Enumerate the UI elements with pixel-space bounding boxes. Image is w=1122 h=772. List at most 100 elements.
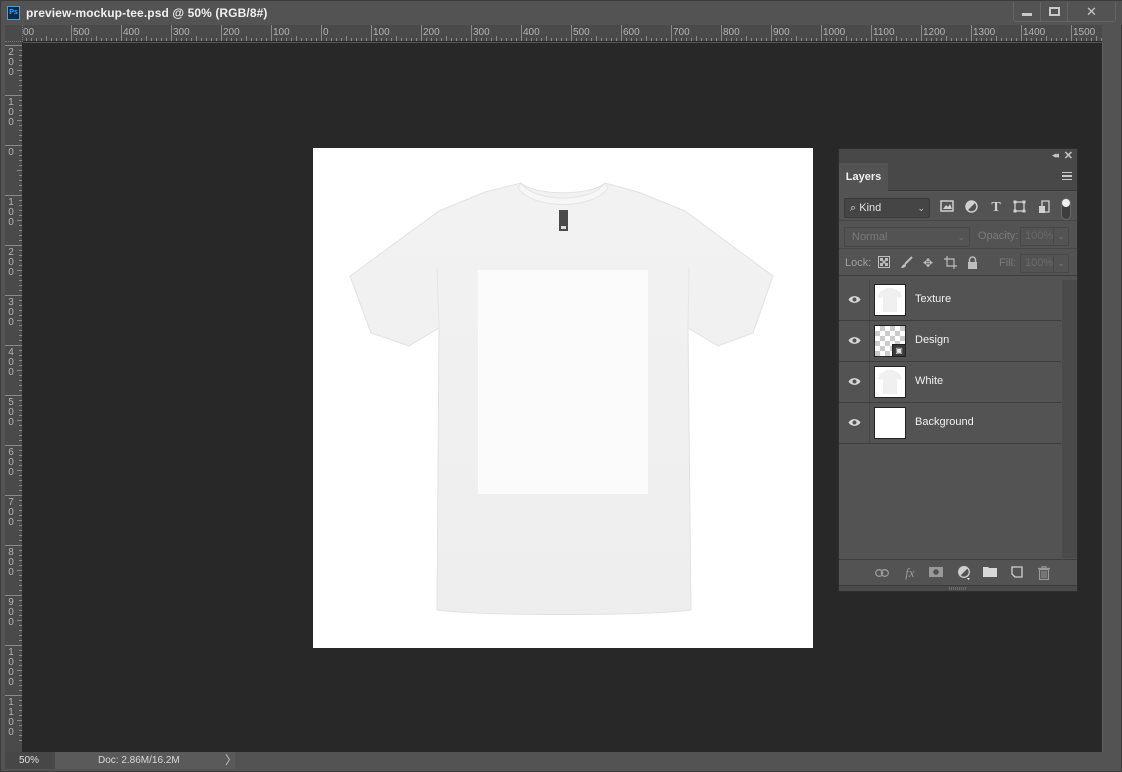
ruler-minor-tick [19,260,22,261]
ruler-origin[interactable] [5,25,23,42]
zoom-level-field[interactable]: 50% [5,752,55,769]
ruler-minor-tick [786,38,787,41]
new-group-icon[interactable] [982,566,998,580]
filter-kind-select[interactable]: ⌕ Kind ⌄ [844,198,930,218]
chevron-down-icon[interactable]: ⌄ [1053,255,1068,272]
filter-toggle-switch[interactable] [1061,198,1071,220]
layers-scrollbar[interactable] [1062,280,1077,558]
ruler-label: 200 [8,247,14,278]
ruler-minor-tick [366,38,367,41]
ruler-minor-tick [766,38,767,41]
ruler-minor-tick [1096,36,1097,41]
layer-name[interactable]: Background [915,416,974,428]
layer-name[interactable]: White [915,375,943,387]
shape-filter-icon[interactable] [1011,200,1027,216]
fx-icon[interactable]: fx [902,566,918,580]
adjustment-filter-icon[interactable] [963,200,979,216]
ruler-label: 800 [723,27,740,38]
vertical-ruler[interactable]: 200 100 0 100 200 300 400 500 600 700 800 900 1000 11… [5,42,23,752]
delete-layer-icon[interactable] [1036,566,1052,581]
ruler-label: 900 [8,597,14,628]
ruler-minor-tick [181,38,182,41]
smart-object-filter-icon[interactable] [1036,200,1052,216]
ruler-minor-tick [801,38,802,41]
ruler-minor-tick [19,340,22,341]
layer-name[interactable]: Texture [915,293,951,305]
ruler-minor-tick [19,410,22,411]
maximize-button[interactable] [1041,2,1068,21]
ruler-label: 1100 [8,697,14,738]
ruler-minor-tick [356,38,357,41]
layer-row-white[interactable]: White [839,362,1061,403]
document-canvas[interactable] [313,148,813,648]
image-filter-icon[interactable] [939,200,955,216]
visibility-toggle[interactable] [839,280,870,320]
ruler-minor-tick [581,38,582,41]
ruler-minor-tick [446,36,447,41]
ruler-minor-tick [951,38,952,41]
lock-artboard-icon[interactable] [943,256,957,270]
ruler-minor-tick [31,38,32,41]
visibility-toggle[interactable] [839,321,870,361]
new-adjustment-icon[interactable] [956,566,972,580]
lock-transparent-pixels-icon[interactable] [877,256,891,270]
ruler-minor-tick [116,38,117,41]
visibility-toggle[interactable] [839,362,870,402]
opacity-field[interactable]: 100% ⌄ [1020,227,1069,246]
layer-thumbnail[interactable]: ▣ [874,325,906,357]
ruler-minor-tick [19,415,22,416]
horizontal-ruler[interactable]: 00 500 400 300 200 100 0 100 200 300 400 500 600 700 8… [23,25,1102,42]
ruler-minor-tick [19,465,22,466]
link-layers-icon[interactable] [874,566,890,580]
layer-thumbnail[interactable] [874,366,906,398]
ruler-minor-tick [17,420,22,421]
chevron-down-icon[interactable]: ⌄ [1053,228,1068,245]
lock-position-move-icon[interactable]: ✥ [921,256,935,270]
ruler-minor-tick [331,38,332,41]
ruler-major-tick [971,25,972,41]
ruler-minor-tick [19,730,22,731]
ruler-minor-tick [19,510,22,511]
ruler-minor-tick [591,38,592,41]
ruler-minor-tick [1091,38,1092,41]
ruler-minor-tick [981,38,982,41]
ruler-minor-tick [836,38,837,41]
layer-name[interactable]: Design [915,334,949,346]
close-panel-icon[interactable]: ✕ [1064,149,1073,162]
layer-row-design[interactable]: ▣ Design [839,321,1061,362]
vertical-scrollbar[interactable] [1102,43,1118,752]
fill-field[interactable]: 100% ⌄ [1020,254,1069,273]
ruler-minor-tick [1006,38,1007,41]
ruler-minor-tick [19,450,22,451]
blend-mode-select[interactable]: Normal ⌄ [844,227,970,247]
ruler-minor-tick [156,38,157,41]
collapse-panel-icon[interactable]: ◂◂ [1052,150,1059,161]
document-size-info[interactable]: Doc: 2.86M/16.2M [55,752,235,769]
layer-thumbnail[interactable] [874,284,906,316]
panel-menu-icon[interactable] [1062,172,1072,180]
ruler-minor-tick [1081,38,1082,41]
type-filter-icon[interactable]: T [988,200,1004,216]
ruler-minor-tick [19,115,22,116]
panel-resize-grip[interactable] [839,585,1077,591]
minimize-button[interactable] [1014,2,1041,21]
ruler-minor-tick [501,38,502,41]
layer-row-texture[interactable]: Texture [839,280,1061,321]
layer-row-background[interactable]: Background [839,403,1061,444]
panel-header[interactable]: ◂◂ ✕ [839,149,1077,163]
ruler-minor-tick [206,38,207,41]
visibility-toggle[interactable] [839,403,870,443]
add-mask-icon[interactable] [928,566,944,580]
ruler-minor-tick [19,440,22,441]
close-window-button[interactable]: ✕ [1068,2,1115,21]
lock-image-pixels-brush-icon[interactable] [899,256,913,270]
tab-layers[interactable]: Layers [839,163,888,192]
status-menu-arrow-icon[interactable]: 〉 [225,752,237,769]
layer-thumbnail[interactable] [874,407,906,439]
ruler-minor-tick [19,105,22,106]
new-layer-icon[interactable] [1009,566,1025,580]
ruler-label: 1400 [1023,27,1046,38]
ruler-major-tick [721,25,722,41]
lock-all-icon[interactable] [965,256,979,270]
ruler-minor-tick [19,500,22,501]
